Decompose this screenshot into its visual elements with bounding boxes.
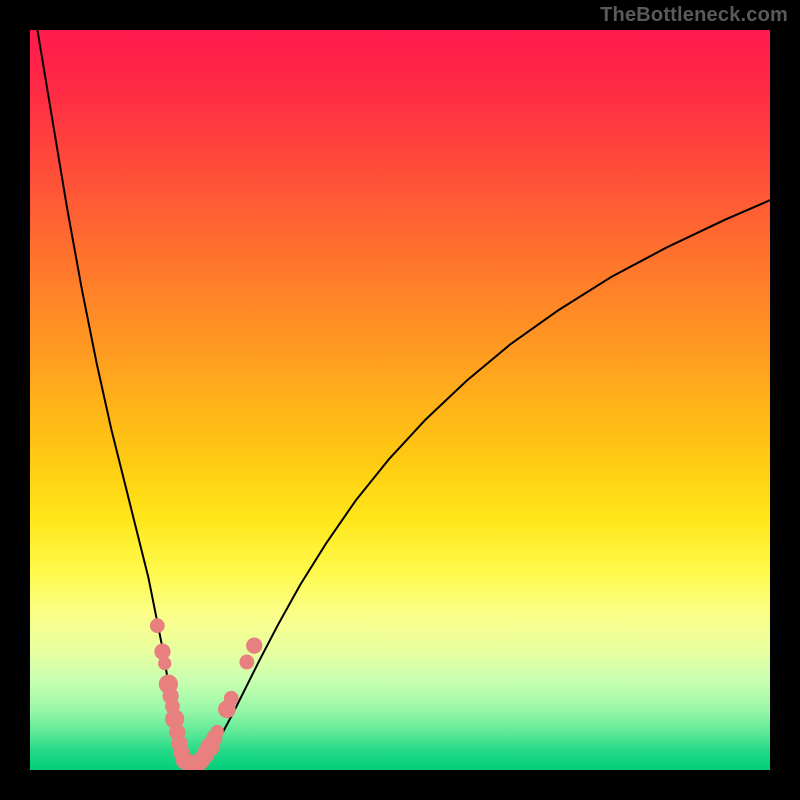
data-marker	[158, 657, 171, 670]
bottleneck-curve	[37, 30, 770, 767]
data-marker	[224, 691, 239, 706]
marker-group	[150, 618, 262, 770]
data-marker	[246, 638, 262, 654]
chart-svg	[30, 30, 770, 770]
data-marker	[211, 725, 224, 738]
outer-frame: TheBottleneck.com	[0, 0, 800, 800]
data-marker	[150, 618, 165, 633]
watermark-text: TheBottleneck.com	[600, 4, 788, 27]
plot-area	[30, 30, 770, 770]
data-marker	[239, 655, 254, 670]
